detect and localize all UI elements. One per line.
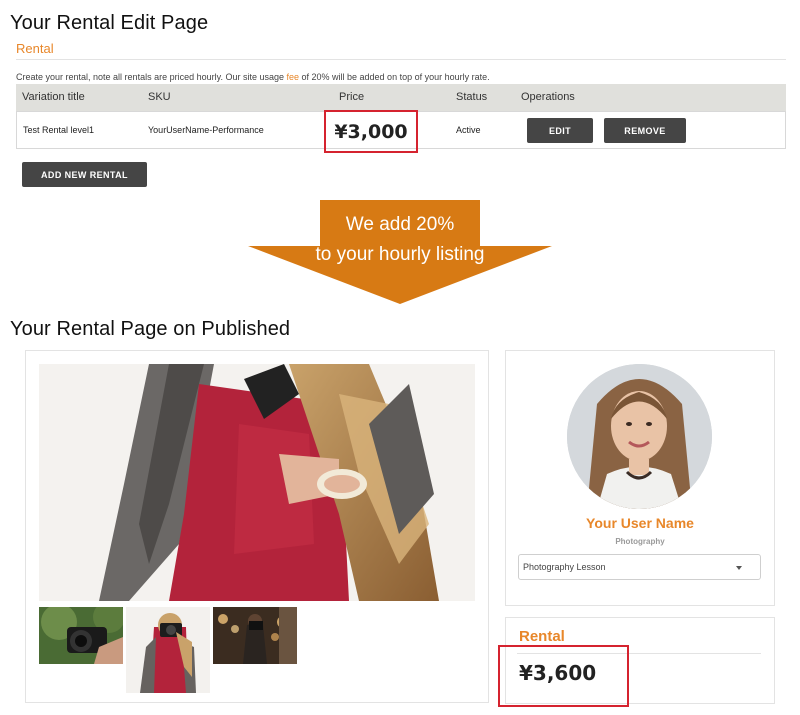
published-price: ¥3,600 — [519, 661, 597, 685]
lesson-select-value: Photography Lesson — [523, 562, 606, 572]
add-new-rental-button[interactable]: ADD NEW RENTAL — [22, 162, 147, 187]
arrow-line-2: to your hourly listing — [315, 244, 485, 265]
published-page-heading: Your Rental Page on Published — [10, 318, 291, 340]
col-sku: SKU — [148, 91, 171, 103]
price-highlight-box: ¥3,000 — [324, 110, 418, 153]
row-status: Active — [456, 125, 481, 135]
fee-link[interactable]: fee — [286, 72, 299, 82]
rental-table-header: Variation title SKU Price Status Operati… — [16, 84, 786, 111]
rental-price-label: Rental — [519, 628, 565, 645]
edit-page-heading: Your Rental Edit Page — [10, 12, 209, 34]
chevron-down-icon — [736, 566, 742, 570]
thumbnail-3[interactable] — [213, 607, 297, 664]
remove-button[interactable]: REMOVE — [604, 118, 686, 143]
row-title: Test Rental level1 — [23, 125, 95, 135]
main-photo[interactable] — [39, 364, 475, 601]
col-status: Status — [456, 91, 488, 103]
col-operations: Operations — [521, 91, 575, 103]
arrow-line-1: We add 20% — [345, 214, 455, 235]
avatar[interactable] — [567, 364, 712, 509]
thumbnail-1[interactable] — [39, 607, 123, 664]
lesson-select[interactable]: Photography Lesson — [518, 554, 761, 580]
thumbnail-2[interactable] — [126, 607, 210, 693]
row-price: ¥3,000 — [334, 120, 408, 143]
user-name[interactable]: Your User Name — [505, 515, 775, 531]
col-variation-title: Variation title — [22, 91, 85, 103]
rental-note: Create your rental, note all rentals are… — [16, 72, 490, 82]
rental-section-label: Rental — [16, 41, 54, 56]
row-sku: YourUserName-Performance — [148, 125, 264, 135]
user-category: Photography — [615, 537, 665, 546]
edit-button[interactable]: EDIT — [527, 118, 593, 143]
col-price: Price — [339, 91, 365, 103]
divider — [16, 59, 786, 60]
